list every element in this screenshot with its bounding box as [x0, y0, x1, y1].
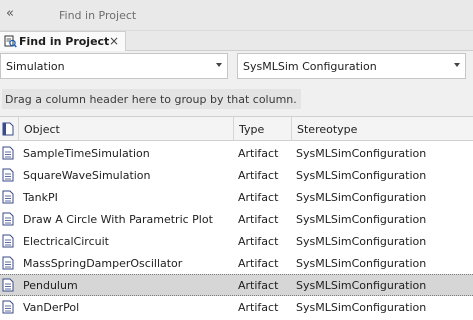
grid-header: Object Type Stereotype: [0, 117, 473, 141]
row-object-name: Draw A Circle With Parametric Plot: [23, 213, 213, 226]
tab-find-in-project[interactable]: Find in Project ×: [0, 31, 126, 51]
row-type: Artifact: [238, 257, 279, 270]
row-stereotype: SysMLSimConfiguration: [296, 169, 427, 182]
table-row[interactable]: SquareWaveSimulation Artifact SysMLSimCo…: [0, 164, 473, 186]
row-type: Artifact: [238, 191, 279, 204]
column-header-type-label: Type: [239, 123, 265, 136]
row-object-name: MassSpringDamperOscillator: [23, 257, 183, 270]
row-stereotype: SysMLSimConfiguration: [296, 213, 427, 226]
table-row[interactable]: ElectricalCircuit Artifact SysMLSimConfi…: [0, 230, 473, 252]
column-header-stereotype-label: Stereotype: [297, 123, 358, 136]
row-object-name: Pendulum: [23, 279, 78, 292]
search-document-icon: [4, 35, 17, 48]
table-row-selected[interactable]: Pendulum Artifact SysMLSimConfiguration: [0, 274, 473, 296]
row-object-name: ElectricalCircuit: [23, 235, 109, 248]
chevron-down-icon: [216, 63, 222, 67]
group-by-hint: Drag a column header here to group by th…: [2, 89, 301, 109]
artifact-icon: [2, 278, 14, 292]
document-icon: [2, 122, 14, 136]
row-type: Artifact: [238, 235, 279, 248]
search-dropdown-value: SysMLSim Configuration: [243, 60, 377, 73]
row-stereotype: SysMLSimConfiguration: [296, 257, 427, 270]
row-stereotype: SysMLSimConfiguration: [296, 191, 427, 204]
column-header-icon[interactable]: [0, 117, 19, 141]
row-type: Artifact: [238, 213, 279, 226]
table-row[interactable]: Draw A Circle With Parametric Plot Artif…: [0, 208, 473, 230]
table-row[interactable]: MassSpringDamperOscillator Artifact SysM…: [0, 252, 473, 274]
double-chevron-left-icon[interactable]: «: [2, 6, 18, 22]
row-stereotype: SysMLSimConfiguration: [296, 235, 427, 248]
row-type: Artifact: [238, 301, 279, 314]
row-type: Artifact: [238, 169, 279, 182]
chevron-down-icon: [454, 63, 460, 67]
row-stereotype: SysMLSimConfiguration: [296, 279, 427, 292]
scope-dropdown[interactable]: Simulation: [0, 53, 228, 79]
row-stereotype: SysMLSimConfiguration: [296, 147, 427, 160]
row-type: Artifact: [238, 147, 279, 160]
column-header-object-label: Object: [24, 123, 60, 136]
column-header-type[interactable]: Type: [234, 117, 292, 141]
scope-dropdown-value: Simulation: [6, 60, 65, 73]
column-header-stereotype[interactable]: Stereotype: [292, 117, 473, 141]
row-type: Artifact: [238, 279, 279, 292]
artifact-icon: [2, 234, 14, 248]
results-grid: Object Type Stereotype SampleTimeSimulat…: [0, 116, 473, 320]
artifact-icon: [2, 168, 14, 182]
table-row[interactable]: SampleTimeSimulation Artifact SysMLSimCo…: [0, 142, 473, 164]
row-object-name: TankPI: [23, 191, 58, 204]
table-row[interactable]: VanDerPol Artifact SysMLSimConfiguration: [0, 296, 473, 318]
row-object-name: VanDerPol: [23, 301, 80, 314]
close-icon[interactable]: ×: [108, 34, 120, 48]
search-dropdown[interactable]: SysMLSim Configuration: [237, 53, 466, 79]
tab-label: Find in Project: [19, 35, 110, 48]
title-bar: « Find in Project: [0, 0, 473, 31]
row-stereotype: SysMLSimConfiguration: [296, 301, 427, 314]
window-title: Find in Project: [59, 9, 137, 22]
row-object-name: SampleTimeSimulation: [23, 147, 150, 160]
artifact-icon: [2, 300, 14, 314]
search-toolbar: Simulation SysMLSim Configuration: [0, 51, 473, 82]
tab-strip: Find in Project ×: [0, 31, 473, 51]
artifact-icon: [2, 212, 14, 226]
table-row[interactable]: TankPI Artifact SysMLSimConfiguration: [0, 186, 473, 208]
artifact-icon: [2, 190, 14, 204]
artifact-icon: [2, 146, 14, 160]
row-object-name: SquareWaveSimulation: [23, 169, 151, 182]
column-header-object[interactable]: Object: [19, 117, 234, 141]
group-by-area[interactable]: Drag a column header here to group by th…: [0, 82, 473, 116]
artifact-icon: [2, 256, 14, 270]
